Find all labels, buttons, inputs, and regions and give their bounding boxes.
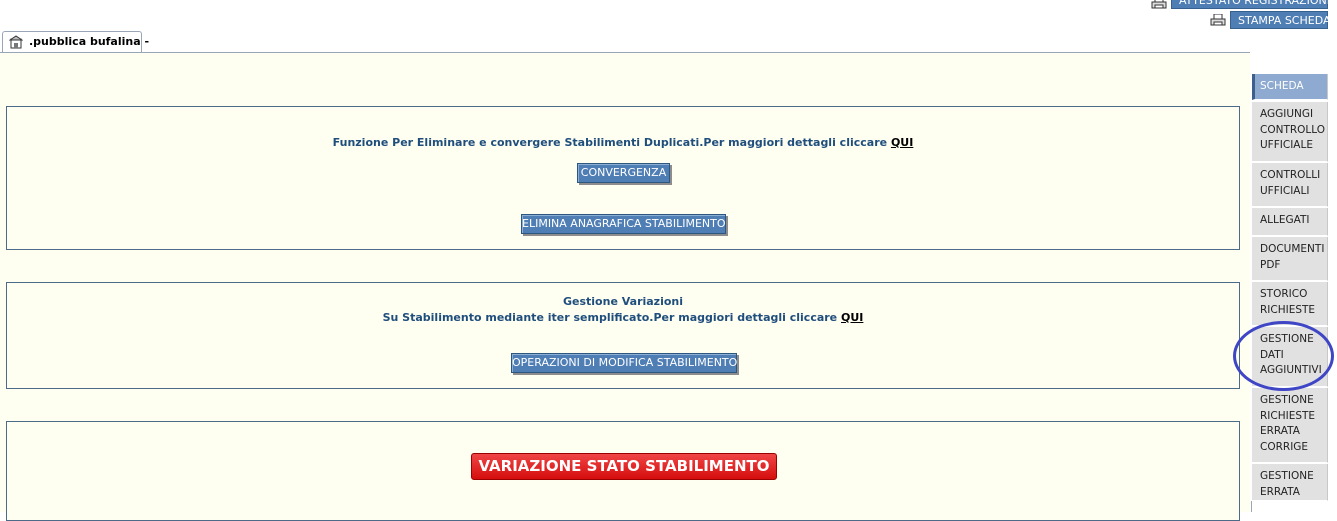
- building-icon: [9, 35, 23, 49]
- stampa-scheda-button[interactable]: STAMPA SCHEDA: [1230, 11, 1331, 29]
- variazioni-info-text: Su Stabilimento mediante iter semplifica…: [382, 311, 838, 324]
- sidebar-item-aggiungi-controllo[interactable]: AGGIUNGI CONTROLLO UFFICIALE: [1252, 102, 1328, 162]
- printer-icon[interactable]: [1151, 0, 1167, 9]
- printer-icon[interactable]: [1210, 14, 1226, 26]
- convergenza-qui-link[interactable]: QUI: [891, 136, 913, 149]
- variazioni-info: Su Stabilimento mediante iter semplifica…: [7, 310, 1239, 326]
- convergenza-button[interactable]: CONVERGENZA: [577, 163, 670, 183]
- sidebar-item-documenti-pdf[interactable]: DOCUMENTI PDF: [1252, 237, 1328, 281]
- convergenza-info-text: Funzione Per Eliminare e convergere Stab…: [332, 136, 888, 149]
- convergenza-info: Funzione Per Eliminare e convergere Stab…: [7, 135, 1239, 151]
- sidebar-item-allegati[interactable]: ALLEGATI: [1252, 208, 1328, 236]
- tab-label: .pubblica bufalina -: [29, 35, 150, 48]
- sidebar-item-gestione-errata-corrige[interactable]: GESTIONE RICHIESTE ERRATA CORRIGE: [1252, 388, 1328, 463]
- variazione-stato-button[interactable]: VARIAZIONE STATO STABILIMENTO: [471, 453, 777, 480]
- variazioni-section: Gestione Variazioni Su Stabilimento medi…: [6, 282, 1240, 389]
- attestato-registrazione-button[interactable]: ATTESTATO REGISTRAZIONE: [1171, 0, 1334, 9]
- sidebar-item-scheda[interactable]: SCHEDA: [1252, 74, 1328, 100]
- tab-pubblica-bufalina[interactable]: .pubblica bufalina -: [2, 31, 149, 53]
- sidebar-item-gestione-errata[interactable]: GESTIONE ERRATA: [1252, 464, 1328, 501]
- variazioni-qui-link[interactable]: QUI: [841, 311, 863, 324]
- sidebar-item-storico-richieste[interactable]: STORICO RICHIESTE: [1252, 282, 1328, 326]
- content-panel: Funzione Per Eliminare e convergere Stab…: [0, 52, 1252, 521]
- variazioni-title: Gestione Variazioni: [562, 295, 684, 308]
- operazioni-modifica-button[interactable]: OPERAZIONI DI MODIFICA STABILIMENTO: [511, 353, 737, 373]
- convergenza-section: Funzione Per Eliminare e convergere Stab…: [6, 106, 1240, 250]
- elimina-anagrafica-button[interactable]: ELIMINA ANAGRAFICA STABILIMENTO: [521, 214, 726, 234]
- sidebar-item-controlli-ufficiali[interactable]: CONTROLLI UFFICIALI: [1252, 163, 1328, 207]
- sidebar-item-gestione-dati-aggiuntivi[interactable]: GESTIONE DATI AGGIUNTIVI: [1252, 327, 1328, 387]
